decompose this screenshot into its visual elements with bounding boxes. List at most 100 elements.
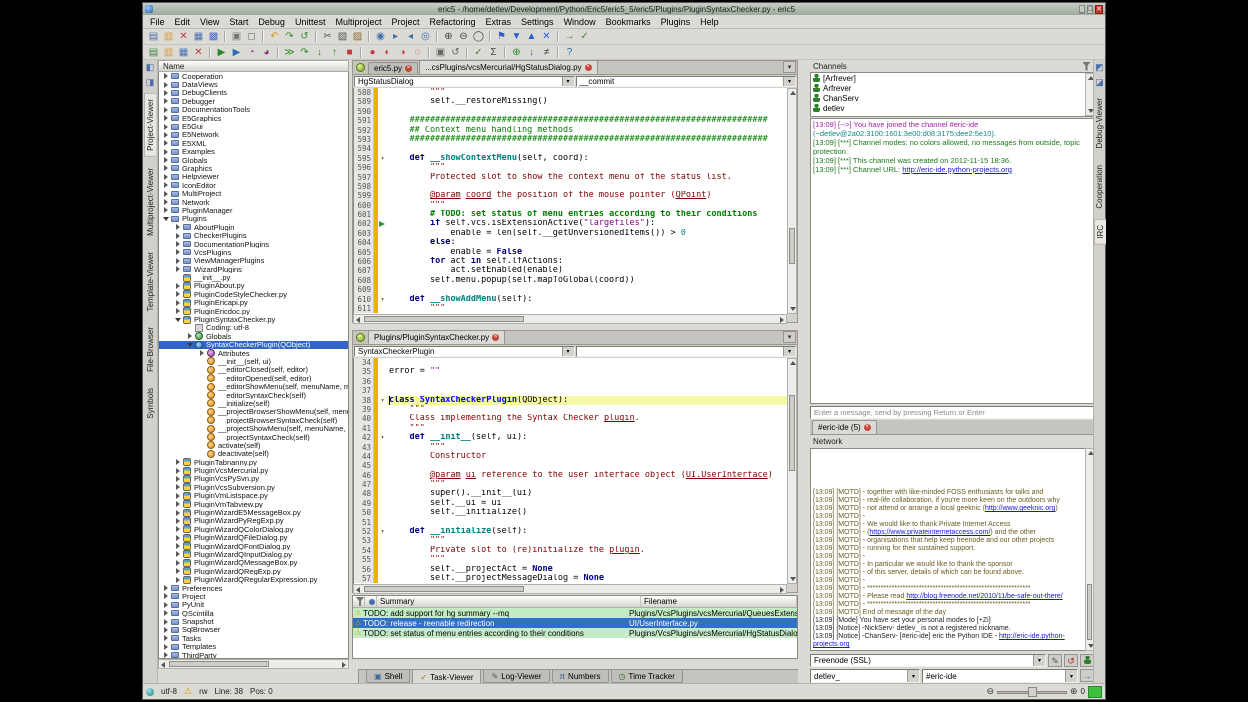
expand-arrow[interactable] <box>162 644 170 650</box>
menu-edit[interactable]: Edit <box>170 16 196 28</box>
tree-item[interactable]: PluginEricapi.py <box>159 299 348 307</box>
tree-item[interactable]: PluginVcsSubversion.py <box>159 483 348 491</box>
tree-item[interactable]: PluginVcsPySvn.py <box>159 475 348 483</box>
code-line[interactable]: 42▾ def __init__(self, ui): <box>354 433 787 442</box>
expand-arrow[interactable] <box>186 333 194 339</box>
tree-item[interactable]: ThirdParty <box>159 651 348 659</box>
tree-item[interactable]: Graphics <box>159 164 348 172</box>
bottom-tab-time-tracker[interactable]: ◷Time Tracker <box>611 670 683 683</box>
expand-arrow[interactable] <box>162 107 170 113</box>
tree-item[interactable]: PluginWizardQColorDialog.py <box>159 525 348 533</box>
sidebar-tab-file-browser[interactable]: File-Browser <box>145 322 156 377</box>
step-over-icon[interactable]: ↷ <box>297 45 312 59</box>
horizontal-scrollbar[interactable] <box>353 314 787 324</box>
tree-item[interactable]: __editorClosed(self, editor) <box>159 366 348 374</box>
zoom-reset-icon[interactable]: ◯ <box>471 30 486 44</box>
message-link[interactable]: http://eric-ide.python-projects.org <box>902 165 1012 174</box>
code-line[interactable]: 51 <box>354 518 787 527</box>
tree-item[interactable]: __projectShowMenu(self, menuName, menu) <box>159 424 348 432</box>
tree-item[interactable]: __editorShowMenu(self, menuName, menu, e… <box>159 382 348 390</box>
scroll-right-icon[interactable] <box>780 317 784 323</box>
symbol-combo[interactable]: __commit▾ <box>576 76 797 87</box>
layout-vertical-icon[interactable]: ◨ <box>145 77 156 88</box>
tree-item[interactable]: PluginWizardE5MessageBox.py <box>159 508 348 516</box>
tab-list-dropdown-icon[interactable]: ▾ <box>783 61 796 73</box>
code-line[interactable]: 610▾ def __showAddMenu(self): <box>354 295 787 304</box>
scrollbar-thumb[interactable] <box>364 316 524 322</box>
step-out-icon[interactable]: ↑ <box>327 45 342 59</box>
expand-arrow[interactable] <box>162 132 170 138</box>
bookmark-prev-icon[interactable]: ▲ <box>524 30 539 44</box>
search-icon[interactable]: ◉ <box>373 30 388 44</box>
zoom-in-icon[interactable]: ⊕ <box>1070 686 1078 697</box>
tree-item[interactable]: VcsPlugins <box>159 248 348 256</box>
expand-arrow[interactable] <box>174 543 182 549</box>
goto-line-icon[interactable]: → <box>562 30 577 44</box>
tree-item[interactable]: deactivate(self) <box>159 450 348 458</box>
menu-plugins[interactable]: Plugins <box>656 16 696 28</box>
code-line[interactable]: 608 self.menu.popup(self.mapToGlobal(coo… <box>354 276 787 285</box>
code-line[interactable]: 589 self.__restoreMissing() <box>354 97 787 106</box>
expand-arrow[interactable] <box>162 191 170 197</box>
expand-arrow[interactable] <box>162 140 170 146</box>
expand-arrow[interactable] <box>174 535 182 541</box>
expand-arrow[interactable] <box>162 157 170 163</box>
redo-icon[interactable]: ↷ <box>282 30 297 44</box>
tree-item[interactable]: Plugins <box>159 215 348 223</box>
expand-arrow[interactable] <box>162 610 170 616</box>
column-header-summary[interactable]: Summary <box>377 596 641 607</box>
expand-arrow[interactable] <box>174 577 182 583</box>
task-row[interactable]: ⚠TODO: set status of menu entries accord… <box>353 628 797 638</box>
scroll-down-icon[interactable] <box>790 307 796 311</box>
scroll-right-icon[interactable] <box>780 587 784 593</box>
code-line[interactable]: 607 act.setEnabled(enable) <box>354 266 787 275</box>
encoding-label[interactable]: utf-8 <box>161 687 177 696</box>
expand-arrow[interactable] <box>162 115 170 121</box>
tree-item[interactable]: MultiProject <box>159 189 348 197</box>
tree-item[interactable]: __init__.py <box>159 273 348 281</box>
code-area[interactable]: 3435error = ""363738▾class SyntaxChecker… <box>353 358 787 584</box>
resize-grip[interactable] <box>1088 686 1102 698</box>
tree-item[interactable]: PluginVmTabview.py <box>159 500 348 508</box>
expand-arrow[interactable] <box>162 585 170 591</box>
bottom-tab-log-viewer[interactable]: ✎Log-Viewer <box>483 670 549 683</box>
scroll-up-icon[interactable] <box>790 361 796 365</box>
zoom-out-icon[interactable]: ⊖ <box>986 686 994 697</box>
previous-breakpoint-icon[interactable]: ◑ <box>395 45 410 59</box>
tree-item[interactable]: AboutPlugin <box>159 223 348 231</box>
unittest-icon[interactable]: ▣ <box>433 45 448 59</box>
scroll-left-icon[interactable] <box>161 662 165 668</box>
filter-icon[interactable] <box>1082 62 1091 71</box>
code-line[interactable]: 605 enable = False <box>354 248 787 257</box>
user-list-item[interactable]: detlev <box>811 103 1093 113</box>
channel-tab[interactable]: #eric-ide (5) × <box>812 420 877 434</box>
code-line[interactable]: 44 Constructor <box>354 452 787 461</box>
priority-column-icon[interactable] <box>365 596 377 607</box>
menu-debug[interactable]: Debug <box>253 16 290 28</box>
server-combo[interactable]: Freenode (SSL) ▾ <box>810 654 1046 667</box>
expand-arrow[interactable] <box>162 174 170 180</box>
expand-arrow[interactable] <box>186 343 194 347</box>
copy-icon[interactable]: ▧ <box>335 30 350 44</box>
code-line[interactable]: 49 self.__ui = ui <box>354 499 787 508</box>
code-line[interactable]: 39 """ <box>354 405 787 414</box>
edit-network-icon[interactable]: ✎ <box>1048 654 1062 667</box>
new-project-icon[interactable]: ▤ <box>146 45 161 59</box>
code-line[interactable]: 602 if self.vcs.isExtensionActive("large… <box>354 219 787 228</box>
tree-item[interactable]: Globals <box>159 156 348 164</box>
tree-item[interactable]: Debugger <box>159 97 348 105</box>
tree-item[interactable]: PluginWizardQInputDialog.py <box>159 550 348 558</box>
code-line[interactable]: 591 ####################################… <box>354 116 787 125</box>
code-line[interactable]: 604 else: <box>354 238 787 247</box>
coverage-icon[interactable]: ◕ <box>259 45 274 59</box>
expand-arrow[interactable] <box>162 627 170 633</box>
expand-arrow[interactable] <box>162 98 170 104</box>
step-into-icon[interactable]: ↓ <box>312 45 327 59</box>
code-line[interactable]: 609 <box>354 285 787 294</box>
expand-arrow[interactable] <box>162 217 170 221</box>
code-line[interactable]: 53 """ <box>354 536 787 545</box>
run-script-icon[interactable]: ▶ <box>214 45 229 59</box>
stop-debug-icon[interactable]: ■ <box>342 45 357 59</box>
code-line[interactable]: 37 <box>354 386 787 395</box>
code-line[interactable]: 55 """ <box>354 555 787 564</box>
